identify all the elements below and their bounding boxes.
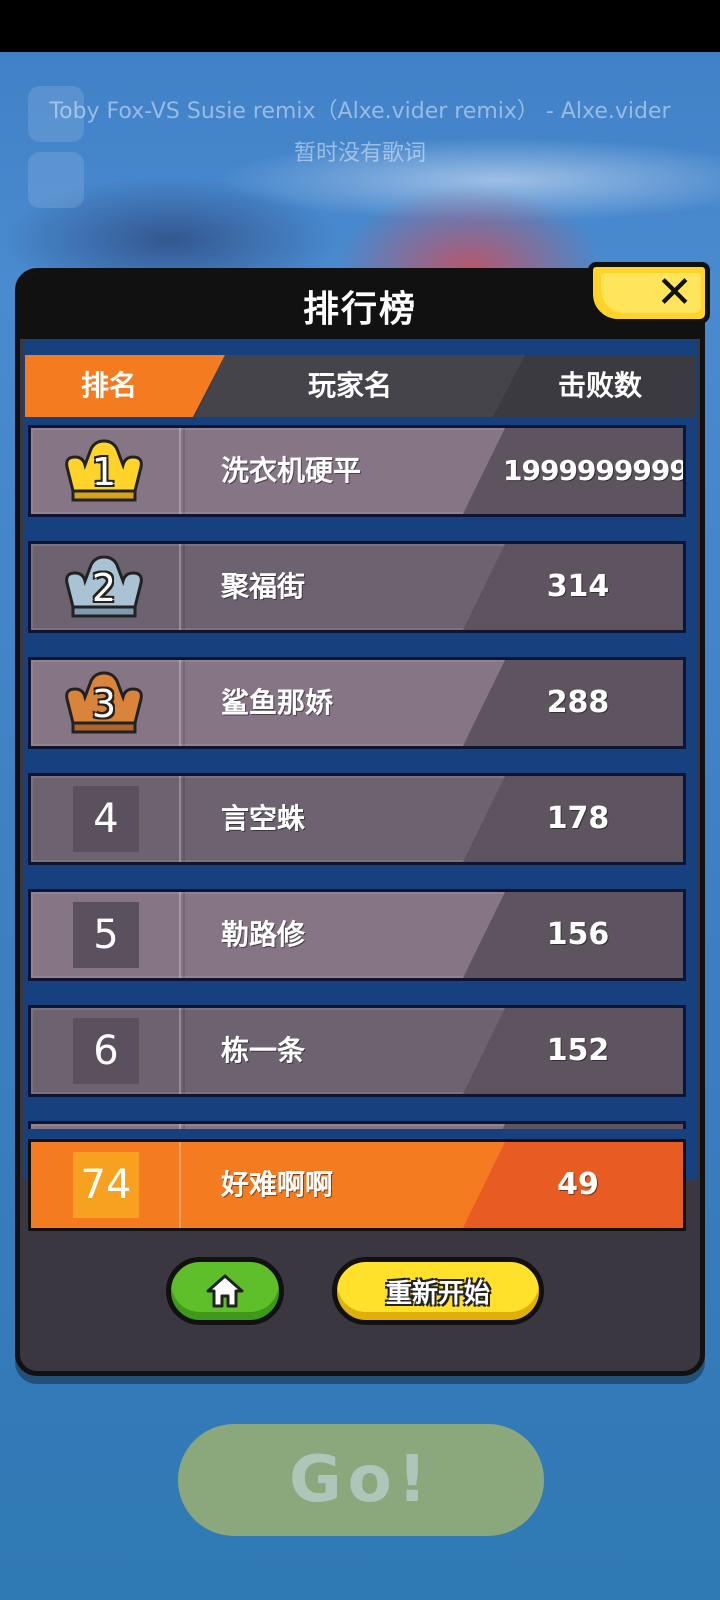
leaderboard-row: 4 言空蛛 178 [28,773,686,865]
column-header-kills: 击败数 [557,369,642,402]
close-button[interactable]: ✕ [588,262,710,324]
column-header: 排名 玩家名 击败数 [25,355,695,417]
kill-count: 156 [546,917,610,952]
leaderboard-row: 5 勒路修 156 [28,889,686,981]
my-rank-number: 74 [73,1152,139,1218]
leaderboard-row: 3 鲨鱼那娇 288 [28,657,686,749]
home-button[interactable] [166,1257,284,1325]
kill-count: 152 [546,1033,610,1068]
status-bar [0,0,720,52]
player-name: 栋一条 [221,1034,306,1067]
rank-number: 5 [73,902,139,968]
player-name: 聚福街 [221,570,306,603]
column-header-rank: 排名 [80,369,137,402]
player-name: 言空蛛 [221,802,306,835]
rank-number: 2 [91,566,117,610]
song-title: Toby Fox-VS Susie remix（Alxe.vider remix… [49,99,671,124]
my-rank-row: 74 好难啊啊 49 [28,1139,686,1231]
leaderboard-title: 排行榜 [302,289,417,330]
rank-number: 3 [91,682,117,726]
go-button: Go! [178,1424,544,1536]
leaderboard-row: 2 聚福街 314 [28,541,686,633]
restart-button[interactable]: 重新开始 [332,1257,544,1325]
column-header-player: 玩家名 [307,369,392,402]
player-name: 洗衣机硬平 [221,454,362,487]
kill-count: 1999999999 [503,454,686,487]
kill-count: 314 [546,569,610,604]
leaderboard-row-partial [28,1121,686,1129]
my-player-name: 好难啊啊 [221,1168,334,1201]
rank-number: 1 [91,450,117,494]
player-name: 勒路修 [221,918,306,951]
leaderboard-panel: 排行榜 排名 玩家名 击败数 1 洗衣机硬平 1999999999 2 聚福街 … [15,268,705,1376]
rank-number: 6 [73,1018,139,1084]
player-name: 鲨鱼那娇 [221,686,334,719]
leaderboard-row: 1 洗衣机硬平 1999999999 [28,425,686,517]
leaderboard-list[interactable]: 1 洗衣机硬平 1999999999 2 聚福街 314 3 鲨鱼那娇 288 [28,425,694,1129]
my-kill-count: 49 [557,1167,599,1202]
kill-count: 178 [546,801,610,836]
leaderboard-row: 6 栋一条 152 [28,1005,686,1097]
close-icon: ✕ [656,267,693,318]
rank-number: 4 [73,786,139,852]
home-icon [206,1274,244,1308]
kill-count: 288 [546,685,610,720]
lyric-line: 暂时没有歌词 [293,141,426,166]
